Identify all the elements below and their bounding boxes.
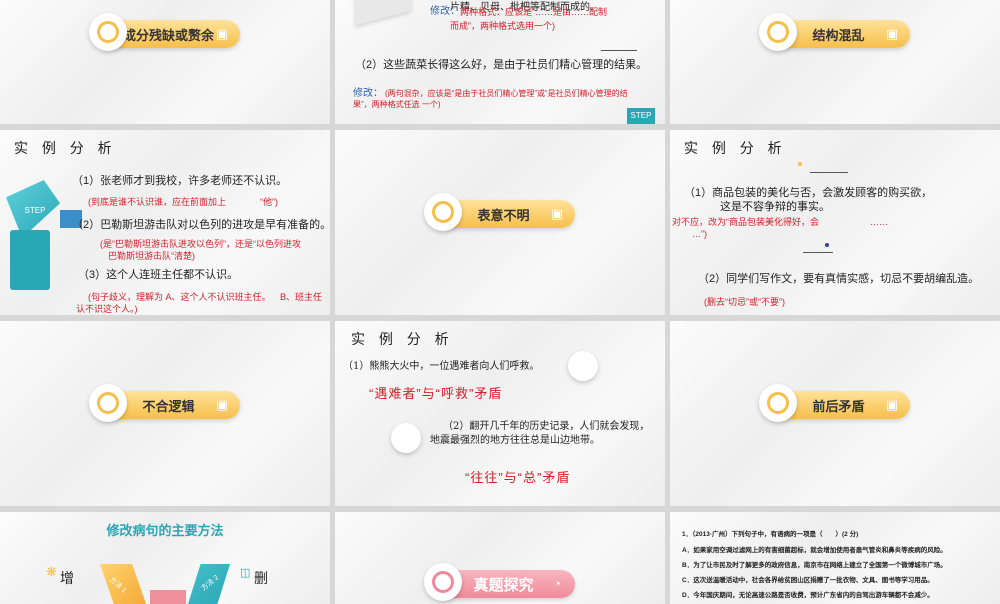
user-icon: ▣ — [215, 26, 229, 41]
example-2b: 地震最强烈的地方往往总是山边地带。 — [430, 435, 600, 446]
step-label: STEP — [24, 206, 46, 215]
ring-icon — [89, 13, 127, 51]
user-icon: ▣ — [885, 26, 899, 41]
comment-2: (删去“切忌”或“不要”) — [704, 297, 785, 307]
deco-line — [601, 50, 637, 51]
slide-3[interactable]: 结构混乱 ▣ — [670, 0, 1000, 124]
delete-method: 删 — [254, 570, 268, 586]
topic-pill: 结构混乱 ▣ — [759, 13, 910, 51]
topic-pill: 表意不明 ▣ — [424, 193, 575, 231]
method-pink-shape — [150, 590, 186, 604]
comment-1b: …… — [870, 217, 888, 227]
comment-1b: “他”) — [260, 197, 278, 207]
step-arrow-shape — [355, 0, 411, 26]
slide-1[interactable]: 成分残缺或赘余 ▣ — [0, 0, 330, 124]
fix-1-label: 修改： — [430, 6, 460, 17]
topic-pill: 成分残缺或赘余 ▣ — [89, 13, 240, 51]
sun-icon: ❋ — [46, 564, 57, 579]
option-c[interactable]: C．这次送温暖活动中，社会各界给贫困山区捐赠了一批衣物、文具、图书等学习用品。 — [682, 576, 934, 585]
analysis-2: “往往”与“总”矛盾 — [465, 470, 571, 485]
ring-icon — [759, 384, 797, 422]
topic-pill: 真题探究 ◔ — [424, 563, 575, 601]
example-2: （2）翻开几千年的历史记录，人们就会发现， — [443, 421, 650, 432]
user-icon: ▣ — [885, 397, 899, 412]
side-panel — [10, 230, 50, 290]
fix-1-text-2: 而成”，两种格式选用一个) — [450, 21, 555, 31]
ring-icon — [759, 13, 797, 51]
example-1b: 这是不容争辩的事实。 — [720, 201, 830, 213]
ring-icon — [89, 384, 127, 422]
sentence-2: （2）这些蔬菜长得这么好，是由于社员们精心管理的结果。 — [355, 59, 648, 71]
analysis-1: “遇难者”与“呼救”矛盾 — [369, 386, 503, 401]
comment-3c: 认不识这个人。) — [76, 304, 138, 314]
add-method: 增 — [60, 570, 74, 586]
comment-1c: …”) — [692, 229, 707, 239]
slide-8[interactable]: 实 例 分 析 （1）熊熊大火中，一位遇难者向人们呼救。 “遇难者”与“呼救”矛… — [335, 321, 665, 506]
slide-5[interactable]: 表意不明 ▣ — [335, 130, 665, 315]
pie-icon: ◔ — [553, 576, 561, 591]
example-3: （3）这个人连班主任都不认识。 — [78, 269, 239, 281]
slide-2[interactable]: 片精、贝母、枇杷等配制而成的。 修改： 两种格式：应该是“……是由……配制 而成… — [335, 0, 665, 124]
option-a[interactable]: A．如果家用空调过滤网上的有害细菌超标，就会增加使用者患气管炎和鼻炎等疾病的风险… — [682, 546, 947, 555]
comment-1: 对不应，改为“商品包装美化得好，会 — [672, 217, 819, 227]
slide-12[interactable]: 1．（2013·广州）下列句子中，有语病的一项是（ ）(2 分) A．如果家用空… — [670, 512, 1000, 604]
slide-7[interactable]: 不合逻辑 ▣ — [0, 321, 330, 506]
ring-icon — [424, 563, 462, 601]
lock-icon: ◫ — [240, 567, 251, 579]
example-1: （1）熊熊大火中，一位遇难者向人们呼救。 — [343, 361, 540, 372]
comment-2b: 巴勒斯坦游击队”清楚) — [108, 251, 195, 261]
deco-circle — [391, 423, 421, 453]
option-d[interactable]: D．今年国庆期间，无论高速公路是否收费，预计广东省内的自驾出游车辆都不会减少。 — [682, 591, 934, 600]
comment-3: (句子歧义，理解为 A、这个人不认识班主任。 — [88, 292, 271, 302]
comment-2: (是“巴勒斯坦游击队进攻以色列”，还是“以色列进攻 — [100, 239, 301, 249]
slide-4[interactable]: 实 例 分 析 STEP （1）张老师才到我校，许多老师还不认识。 (到底是谁不… — [0, 130, 330, 315]
step-chip: STEP — [627, 108, 655, 124]
slide-9[interactable]: 前后矛盾 ▣ — [670, 321, 1000, 506]
deco-line — [803, 252, 833, 253]
deco-line — [810, 172, 848, 173]
deco-dot — [798, 162, 802, 166]
comment-3b: B、班主任 — [280, 292, 323, 302]
option-b[interactable]: B．为了让市民及时了解更多的政府信息，南京市在网络上建立了全国第一个微博城市广场… — [682, 561, 947, 570]
question-stem: 1．（2013·广州）下列句子中，有语病的一项是（ ）(2 分) — [682, 531, 859, 538]
user-icon: ▣ — [550, 206, 564, 221]
comment-1: (到底是谁不认识谁，应在前面加上 — [88, 197, 226, 207]
slide-grid: 成分残缺或赘余 ▣ 片精、贝母、枇杷等配制而成的。 修改： 两种格式：应该是“…… — [0, 0, 1000, 604]
deco-circle — [568, 351, 598, 381]
slide-6[interactable]: 实 例 分 析 （1）商品包装的美化与否，会激发顾客的购买欲， 这是不容争辩的事… — [670, 130, 1000, 315]
section-header: 实 例 分 析 — [351, 331, 454, 347]
section-header: 实 例 分 析 — [684, 140, 787, 156]
example-2: （2）同学们写作文，要有真情实感，切忌不要胡编乱造。 — [698, 273, 980, 285]
slide-11[interactable]: 真题探究 ◔ — [335, 512, 665, 604]
fix-2-text-2: 果”，两种格式任选 一个) — [353, 100, 441, 109]
topic-pill: 前后矛盾 ▣ — [759, 384, 910, 422]
user-icon: ▣ — [215, 397, 229, 412]
topic-pill: 不合逻辑 ▣ — [89, 384, 240, 422]
example-1: （1）张老师才到我校，许多老师还不认识。 — [72, 175, 288, 187]
example-2: （2）巴勒斯坦游击队对以色列的进攻是早有准备的。 — [72, 219, 330, 231]
slide-10[interactable]: 修改病句的主要方法 ❋ 增 方法 1 方法 2 ◫ 删 — [0, 512, 330, 604]
fix-1-text: 两种格式：应该是“……是由……配制 — [460, 7, 607, 17]
example-1: （1）商品包装的美化与否，会激发顾客的购买欲， — [684, 187, 933, 199]
methods-title: 修改病句的主要方法 — [106, 523, 224, 538]
ring-icon — [424, 193, 462, 231]
section-header: 实 例 分 析 — [14, 140, 117, 156]
deco-dot — [825, 243, 829, 247]
